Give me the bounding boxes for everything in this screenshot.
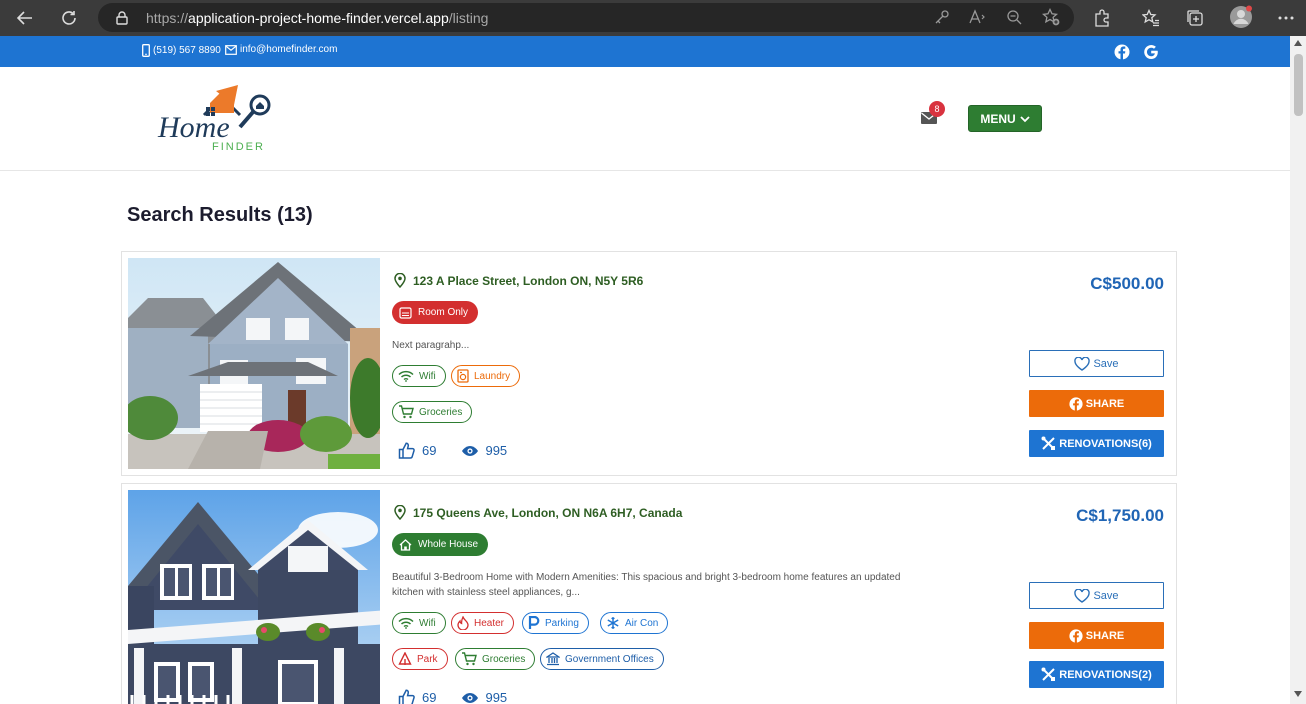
listing-stats: 69 995 <box>398 689 507 704</box>
page-scrollbar[interactable] <box>1290 36 1306 704</box>
amenity-chip: Government Offices <box>540 648 664 670</box>
views-count: 995 <box>485 690 508 704</box>
map-pin-icon <box>394 273 406 288</box>
page-content: (519) 567 8890 info@homefinder.com Home … <box>0 36 1290 704</box>
collections-icon[interactable] <box>1185 8 1205 28</box>
facebook-icon[interactable] <box>1114 44 1130 60</box>
lock-icon <box>116 11 128 25</box>
house-icon <box>399 538 412 551</box>
browser-toolbar: https://application-project-home-finder.… <box>0 0 1306 36</box>
park-icon <box>398 652 412 665</box>
amenity-chip: Wifi <box>392 365 446 387</box>
chevron-down-icon <box>1020 115 1030 122</box>
site-header: Home FINDER 8 MENU <box>0 67 1290 171</box>
likes-count: 69 <box>422 690 437 704</box>
government-icon <box>546 652 560 666</box>
add-favorite-icon[interactable] <box>1041 7 1061 27</box>
facebook-icon <box>1069 628 1083 643</box>
amenity-chip: Wifi <box>392 612 446 634</box>
profile-avatar[interactable] <box>1229 5 1253 29</box>
address-bar[interactable]: https://application-project-home-finder.… <box>98 3 1074 32</box>
amenity-chip: Groceries <box>455 648 536 670</box>
extensions-icon[interactable] <box>1092 8 1112 28</box>
arrow-left-icon <box>16 11 32 25</box>
menu-button[interactable]: MENU <box>968 105 1042 132</box>
listing-description: Beautiful 3-Bedroom Home with Modern Ame… <box>392 572 901 598</box>
cart-icon <box>399 405 414 419</box>
parking-icon <box>528 616 540 629</box>
map-pin-icon <box>394 505 406 520</box>
listing-photo[interactable] <box>128 490 380 704</box>
listing-type-badge: Room Only <box>392 301 479 324</box>
phone-contact[interactable]: (519) 567 8890 <box>142 44 221 57</box>
listing-address[interactable]: 175 Queens Ave, London, ON N6A 6H7, Cana… <box>394 505 682 520</box>
scrollbar-thumb[interactable] <box>1294 54 1303 116</box>
tools-icon <box>1041 667 1056 681</box>
wifi-icon <box>398 370 414 382</box>
thumbs-up-icon[interactable] <box>398 442 416 459</box>
read-aloud-icon[interactable] <box>968 7 988 27</box>
eye-icon <box>462 692 479 703</box>
key-icon[interactable] <box>932 7 952 27</box>
snowflake-icon <box>607 617 619 629</box>
amenity-chip: Air Con <box>600 612 669 634</box>
listing-address[interactable]: 123 A Place Street, London ON, N5Y 5R6 <box>394 273 643 288</box>
amenity-chip: Laundry <box>451 365 521 387</box>
listing-card[interactable]: 123 A Place Street, London ON, N5Y 5R6 R… <box>121 251 1177 476</box>
google-icon[interactable] <box>1143 44 1159 60</box>
listing-card[interactable]: 175 Queens Ave, London, ON N6A 6H7, Cana… <box>121 483 1177 704</box>
page-title: Search Results (13) <box>127 204 313 226</box>
listing-description: Next paragrahp... <box>392 340 470 351</box>
back-button[interactable] <box>14 7 36 29</box>
email-contact[interactable]: info@homefinder.com <box>225 44 337 55</box>
favorites-icon[interactable] <box>1141 8 1161 28</box>
heart-icon <box>1074 356 1091 371</box>
likes-count: 69 <box>422 443 437 458</box>
url-text: https://application-project-home-finder.… <box>146 10 489 26</box>
save-button[interactable]: Save <box>1029 350 1164 377</box>
heart-icon <box>1074 588 1091 603</box>
eye-icon <box>462 445 479 456</box>
share-button[interactable]: SHARE <box>1029 622 1164 649</box>
envelope-icon <box>225 44 237 55</box>
flame-icon <box>457 616 469 630</box>
wifi-icon <box>398 617 414 629</box>
amenity-chip: Groceries <box>392 401 473 423</box>
save-button[interactable]: Save <box>1029 582 1164 609</box>
listing-type-badge: Whole House <box>392 533 489 556</box>
amenity-chip: Heater <box>451 612 515 634</box>
listing-price: C$500.00 <box>1090 274 1164 293</box>
renovations-button[interactable]: RENOVATIONS(6) <box>1029 430 1164 457</box>
logo-wordmark-finder: FINDER <box>212 141 265 153</box>
share-button[interactable]: SHARE <box>1029 390 1164 417</box>
renovations-button[interactable]: RENOVATIONS(2) <box>1029 661 1164 688</box>
listing-price: C$1,750.00 <box>1076 506 1164 525</box>
tools-icon <box>1041 436 1056 450</box>
refresh-button[interactable] <box>58 7 80 29</box>
listing-stats: 69 995 <box>398 442 507 459</box>
home-finder-logo[interactable]: Home FINDER <box>156 81 276 153</box>
cart-icon <box>462 652 477 666</box>
amenity-chip: Parking <box>522 612 589 634</box>
bed-icon <box>399 306 412 319</box>
laundry-icon <box>457 369 469 383</box>
facebook-icon <box>1069 396 1083 411</box>
thumbs-up-icon[interactable] <box>398 689 416 704</box>
refresh-icon <box>62 11 76 25</box>
mail-count-badge: 8 <box>929 101 945 117</box>
zoom-out-icon[interactable] <box>1004 7 1024 27</box>
amenity-chip: Park <box>392 648 448 670</box>
listing-photo[interactable] <box>128 258 380 469</box>
more-options-icon[interactable] <box>1276 8 1296 28</box>
contact-bar: (519) 567 8890 info@homefinder.com <box>0 36 1290 67</box>
views-count: 995 <box>485 443 508 458</box>
phone-icon <box>142 44 150 57</box>
logo-wordmark-home: Home <box>157 111 230 144</box>
